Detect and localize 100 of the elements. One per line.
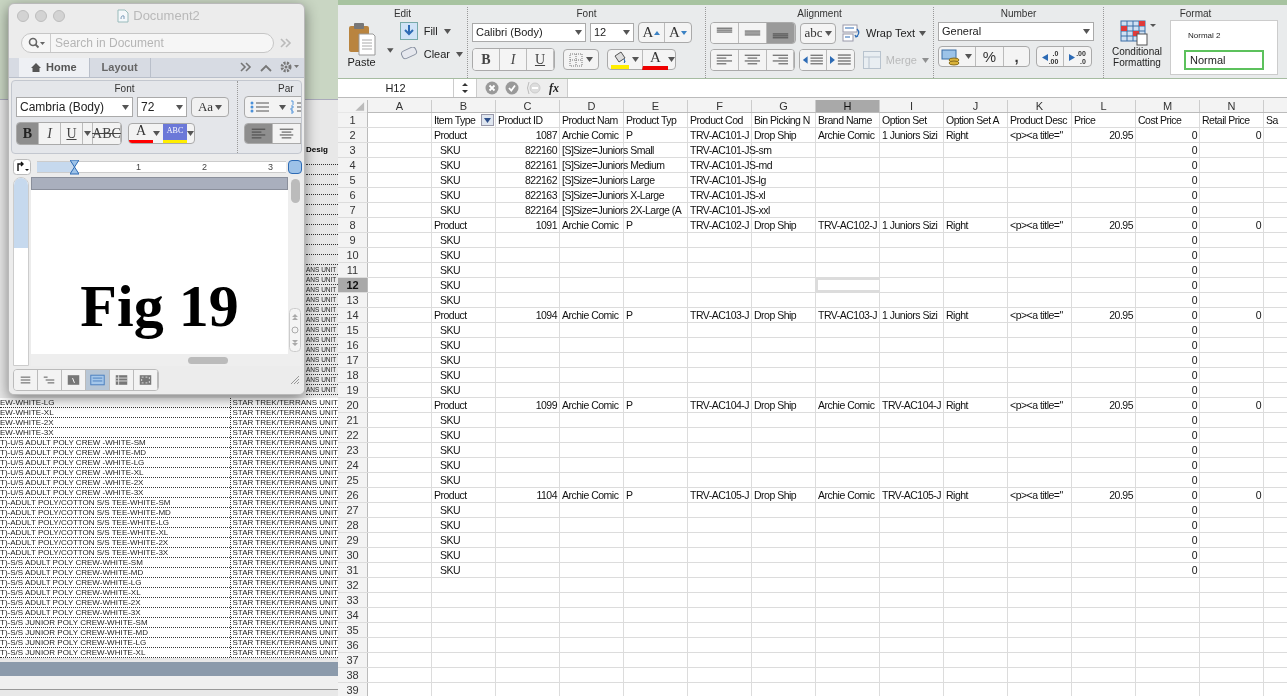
format-button[interactable]: B [473, 49, 500, 70]
font-name-field[interactable]: Cambria (Body) [16, 97, 133, 117]
row-header[interactable]: 31 [338, 563, 368, 577]
highlight-button[interactable]: ABC [163, 123, 187, 143]
row-header[interactable]: 11 [338, 263, 368, 277]
row-header[interactable]: 19 [338, 383, 368, 397]
confirm-icon[interactable] [505, 81, 519, 95]
row-header[interactable]: 8 [338, 218, 368, 232]
row-header[interactable]: 10 [338, 248, 368, 262]
caret-icon[interactable] [443, 28, 451, 34]
wrap-text-button[interactable]: Wrap Text [842, 24, 927, 42]
caret-icon[interactable] [215, 104, 223, 110]
grow-font-button[interactable]: A [639, 23, 665, 42]
row-header[interactable]: 32 [338, 578, 368, 592]
collapse-icon[interactable] [260, 64, 272, 72]
align-right-icon[interactable] [766, 50, 795, 70]
row-header[interactable]: 2 [338, 128, 368, 142]
row-header[interactable]: 37 [338, 653, 368, 667]
row-header[interactable]: 6 [338, 188, 368, 202]
row-header[interactable]: 4 [338, 158, 368, 172]
caret-icon[interactable] [632, 57, 639, 62]
scrollbar-thumb[interactable] [290, 179, 300, 203]
row-header[interactable]: 25 [338, 473, 368, 487]
comma-style-button[interactable]: , [1003, 47, 1029, 66]
caret-icon[interactable] [1083, 29, 1090, 34]
row-header[interactable]: 26 [338, 488, 368, 502]
orientation-button[interactable]: abc [800, 22, 836, 44]
format-button[interactable]: I [500, 49, 527, 70]
publishing-view-icon[interactable] [62, 370, 86, 390]
search-icon[interactable] [28, 37, 46, 49]
tab-stop-icon[interactable] [13, 159, 31, 175]
format-button[interactable]: U [527, 49, 554, 70]
column-header[interactable]: M [1136, 100, 1200, 112]
caret-icon[interactable] [575, 30, 582, 35]
row-header[interactable]: 33 [338, 593, 368, 607]
page-navigation-icon[interactable] [289, 308, 301, 352]
row-header[interactable]: 14 [338, 308, 368, 322]
column-header[interactable]: H [816, 100, 880, 112]
row-header[interactable]: 30 [338, 548, 368, 562]
cell-style[interactable]: Normal [1184, 50, 1264, 70]
caret-icon[interactable] [919, 30, 927, 36]
row-header[interactable]: 36 [338, 638, 368, 652]
row-header[interactable]: 5 [338, 173, 368, 187]
row-header[interactable]: 3 [338, 143, 368, 157]
row-header[interactable]: 34 [338, 608, 368, 622]
down-triangle-icon[interactable] [680, 30, 687, 35]
column-header[interactable]: D [560, 100, 624, 112]
row-header[interactable]: 27 [338, 503, 368, 517]
caret-icon[interactable] [623, 30, 630, 35]
caret-icon[interactable] [824, 30, 832, 36]
align-center-icon[interactable] [273, 124, 301, 143]
column-header[interactable]: L [1072, 100, 1136, 112]
home-icon[interactable] [31, 63, 41, 72]
shrink-font-button[interactable]: A [665, 23, 691, 42]
row-header[interactable]: 39 [338, 683, 368, 696]
caret-icon[interactable] [176, 104, 183, 110]
row-header[interactable]: 7 [338, 203, 368, 217]
caret-icon[interactable] [387, 48, 394, 53]
change-case-button[interactable]: Aa [191, 97, 229, 117]
column-header[interactable]: B [432, 100, 496, 112]
borders-button[interactable] [563, 49, 599, 70]
column-header[interactable]: E [624, 100, 688, 112]
caret-icon[interactable] [153, 130, 160, 136]
up-triangle-icon[interactable] [654, 30, 661, 35]
scrollbar-thumb[interactable] [188, 356, 228, 364]
row-header[interactable]: 38 [338, 668, 368, 682]
column-header[interactable]: J [944, 100, 1008, 112]
align-left-icon[interactable] [245, 124, 273, 143]
column-header[interactable]: C [496, 100, 560, 112]
fill-button[interactable]: Fill [399, 22, 463, 40]
row-header[interactable]: 15 [338, 323, 368, 337]
row-header[interactable]: 20 [338, 398, 368, 412]
conditional-formatting-icon[interactable] [1117, 20, 1157, 46]
align-top-icon[interactable] [711, 23, 739, 43]
ruler[interactable]: 1 2 3 [37, 161, 286, 173]
row-header[interactable]: 12 [338, 278, 368, 292]
format-button[interactable]: U [61, 122, 83, 144]
caret-icon[interactable] [668, 57, 675, 62]
resize-grip-icon[interactable] [290, 375, 300, 385]
draft-view-icon[interactable] [14, 370, 38, 390]
name-box[interactable]: H12 [338, 79, 454, 97]
font-name-field[interactable]: Calibri (Body) [472, 23, 586, 42]
double-chevron-icon[interactable] [240, 62, 252, 72]
row-header[interactable]: 23 [338, 443, 368, 457]
row-header[interactable]: 22 [338, 428, 368, 442]
paste-button[interactable]: Paste [342, 22, 382, 68]
caret-icon[interactable] [122, 104, 129, 110]
caret-icon[interactable] [965, 54, 972, 59]
focus-view-icon[interactable] [134, 370, 158, 390]
align-bottom-icon[interactable] [767, 23, 795, 43]
right-arrow-icon[interactable] [1069, 54, 1076, 61]
caret-icon[interactable] [187, 130, 194, 136]
column-header[interactable]: K [1008, 100, 1072, 112]
row-header[interactable]: 28 [338, 518, 368, 532]
settings-icon[interactable] [280, 61, 300, 73]
column-header[interactable]: A [368, 100, 432, 112]
row-header[interactable]: 21 [338, 413, 368, 427]
font-size-field[interactable]: 72 [137, 97, 187, 117]
stepper-icon[interactable] [460, 82, 470, 94]
outline-view-icon[interactable] [38, 370, 62, 390]
